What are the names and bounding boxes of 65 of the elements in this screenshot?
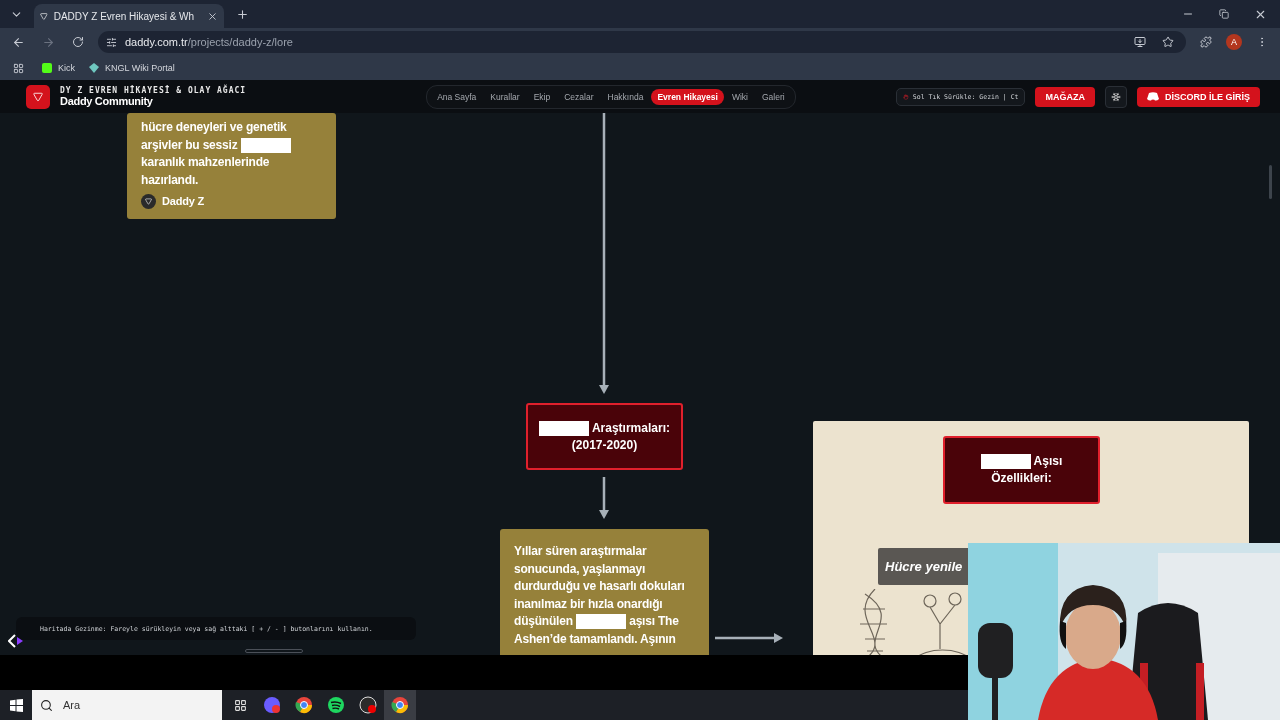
search-field[interactable]: Ara <box>63 699 183 711</box>
site-settings-icon <box>106 36 117 48</box>
taskbar-search-bar[interactable]: Ara <box>32 690 222 720</box>
tab-title: DADDY Z Evren Hikayesi & Wh <box>53 10 195 22</box>
profile-avatar[interactable]: A <box>1226 34 1242 50</box>
game-controller-icon <box>1147 92 1159 101</box>
scrollbar-thumb[interactable] <box>1269 165 1272 199</box>
triangle-icon <box>33 91 43 102</box>
author-avatar-icon <box>141 194 156 210</box>
nav-link[interactable]: Hakkında <box>601 88 650 105</box>
browser-logo-icon <box>295 696 313 714</box>
nav-link[interactable]: Ekip <box>527 88 557 105</box>
nav-link[interactable]: Kurallar <box>484 88 526 105</box>
gem-favicon-icon <box>89 63 99 73</box>
restore-icon <box>1219 9 1229 19</box>
chat-app-icon <box>263 696 281 714</box>
era-node[interactable]: Araştırmaları: (2017-2020) <box>526 403 683 470</box>
apps-grid-icon <box>12 62 24 74</box>
page-title: DY Z EVREN HİKAYESİ & OLAY AĞACI <box>60 86 247 95</box>
nav-link[interactable]: Wiki <box>725 88 754 105</box>
site-logo[interactable] <box>26 84 50 109</box>
feature-title-node[interactable]: Aşısı Özellikleri: <box>943 436 1100 504</box>
story-card[interactable]: hücre deneyleri ve genetik arşivler bu sessiz karanlık mahzenlerinde hazırlandı. Daddy Z <box>127 113 336 219</box>
windows-logo-icon <box>9 698 23 712</box>
node-title: Araştırmaları: (2017-2020) <box>532 419 677 454</box>
drag-handle[interactable] <box>245 649 303 653</box>
puzzle-icon <box>1200 36 1212 48</box>
settings-button[interactable] <box>1105 85 1127 108</box>
bookmark-link[interactable]: KNGL Wiki Portal <box>89 63 175 73</box>
nav-link[interactable]: Evren Hikayesi <box>651 88 724 105</box>
nav-link[interactable]: Galeri <box>755 88 791 105</box>
feature-label: Hücre yenile <box>878 548 968 585</box>
discord-login-button[interactable]: DİSCORD İLE GİRİŞ <box>1137 86 1260 107</box>
nav-link[interactable]: Cezalar <box>558 88 600 105</box>
story-card[interactable]: Yıllar süren araştırmalar sonucunda, yaşlanmayı durdurduğu ve hasarlı dokuları inanılmaz bir hızla onardığı düşünülen aşısı The Ashen’de tamamlandı. Aşının <box>500 529 709 655</box>
store-button[interactable]: MAĞAZA <box>1035 86 1095 107</box>
connector-arrow <box>599 477 609 519</box>
snowflake-icon <box>1111 91 1121 102</box>
browser-button[interactable] <box>384 690 416 720</box>
author-name: Daddy Z <box>162 194 204 209</box>
url-text: daddy.com.tr/projects/daddy-z/lore <box>125 36 293 48</box>
task-view-icon <box>233 698 247 712</box>
square-favicon-icon <box>42 63 52 73</box>
card-text: Yıllar süren araştırmalar sonucunda, yaşlanmayı durdurduğu ve hasarlı dokuları inanılmaz bir hızla onardığı düşünülen aşısı The Ashen’de tamamlandı. Aşının <box>514 543 686 648</box>
music-app-icon <box>327 696 345 714</box>
connector-arrow <box>715 633 783 643</box>
address-bar[interactable]: daddy.com.tr/projects/daddy-z/lore <box>98 31 1186 53</box>
browser-tab[interactable]: DADDY Z Evren Hikayesi & Wh <box>34 4 224 28</box>
forward-arrow-icon <box>41 35 55 49</box>
brand-name: Daddy Community <box>60 95 154 107</box>
plus-icon <box>235 7 249 21</box>
browser-logo-icon <box>391 696 409 714</box>
monitor-download-icon <box>1134 36 1146 48</box>
star-icon <box>1162 36 1174 48</box>
close-icon <box>206 10 218 22</box>
recorder-icon <box>359 696 377 714</box>
search-icon <box>40 698 53 712</box>
bookmark-link[interactable]: Kick <box>42 63 75 73</box>
card-text: hücre deneyleri ve genetik arşivler bu sessiz karanlık mahzenlerinde hazırlandı. <box>141 119 322 189</box>
back-arrow-icon <box>11 35 25 49</box>
site-favicon-icon <box>40 11 48 21</box>
diamond-logo-icon[interactable] <box>8 634 24 648</box>
nav-link[interactable]: Ana Sayfa <box>431 88 483 105</box>
reload-icon <box>72 36 84 48</box>
node-title: Aşısı Özellikleri: <box>949 453 1094 487</box>
